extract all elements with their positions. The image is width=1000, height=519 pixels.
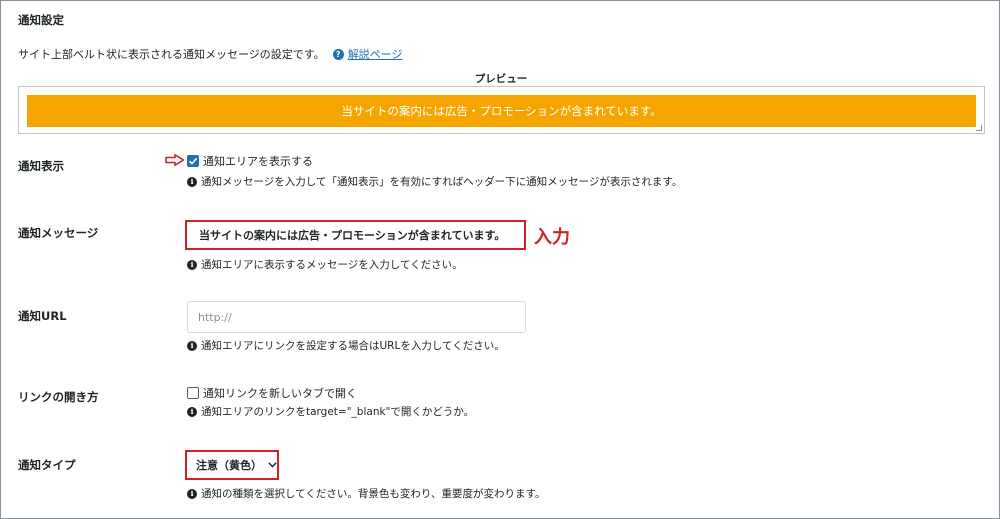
display-label: 通知表示 <box>18 159 64 173</box>
display-note: i 通知メッセージを入力して「通知表示」を有効にすればヘッダー下に通知メッセージ… <box>187 174 682 189</box>
help-link-label[interactable]: 解説ページ <box>348 46 403 62</box>
new-tab-checkbox-label[interactable]: 通知リンクを新しいタブで開く <box>203 385 357 401</box>
url-label: 通知URL <box>18 309 67 323</box>
type-note: i 通知の種類を選択してください。背景色も変わり、重要度が変わります。 <box>187 486 545 501</box>
new-tab-checkbox[interactable] <box>187 387 199 399</box>
link-open-checkbox-row[interactable]: 通知リンクを新しいタブで開く <box>187 385 357 401</box>
section-title: 通知設定 <box>18 13 64 27</box>
resize-handle-icon[interactable] <box>976 125 982 131</box>
type-note-text: 通知の種類を選択してください。背景色も変わり、重要度が変わります。 <box>201 488 546 500</box>
info-icon: i <box>187 340 197 351</box>
notice-type-select[interactable]: 注意（黄色） <box>185 450 279 480</box>
preview-box: 当サイトの案内には広告・プロモーションが含まれています。 <box>18 86 985 134</box>
help-link[interactable]: ? 解説ページ <box>332 46 403 62</box>
red-arrow-icon <box>165 154 185 166</box>
message-input[interactable]: 当サイトの案内には広告・プロモーションが含まれています。 <box>185 220 526 250</box>
message-note: i 通知エリアに表示するメッセージを入力してください。 <box>187 257 463 272</box>
preview-notice-bar: 当サイトの案内には広告・プロモーションが含まれています。 <box>27 95 976 127</box>
chevron-down-icon[interactable] <box>268 462 277 468</box>
notice-type-selected[interactable]: 注意（黄色） <box>196 457 262 473</box>
message-note-text: 通知エリアに表示するメッセージを入力してください。 <box>201 259 463 271</box>
display-checkbox-row[interactable]: 通知エリアを表示する <box>187 153 313 169</box>
checkmark-icon <box>188 157 198 165</box>
link-open-note-text: 通知エリアのリンクをtarget="_blank"で開くかどうか。 <box>201 406 475 418</box>
info-icon: i <box>187 488 197 499</box>
link-open-label: リンクの開き方 <box>18 390 99 404</box>
display-checkbox-label[interactable]: 通知エリアを表示する <box>203 153 313 169</box>
section-description: サイト上部ベルト状に表示される通知メッセージの設定です。 ? 解説ページ <box>18 46 402 62</box>
type-label: 通知タイプ <box>18 458 76 472</box>
section-description-text: サイト上部ベルト状に表示される通知メッセージの設定です。 <box>18 48 325 61</box>
display-note-text: 通知メッセージを入力して「通知表示」を有効にすればヘッダー下に通知メッセージが表… <box>201 176 683 188</box>
preview-label: プレビュー <box>474 73 528 85</box>
question-circle-icon: ? <box>332 48 344 60</box>
message-label: 通知メッセージ <box>18 226 99 240</box>
settings-panel: 通知設定 サイト上部ベルト状に表示される通知メッセージの設定です。 ? 解説ペー… <box>0 0 1000 519</box>
url-input[interactable]: http:// <box>187 301 526 333</box>
url-note: i 通知エリアにリンクを設定する場合はURLを入力してください。 <box>187 338 505 353</box>
display-checkbox[interactable] <box>187 155 199 167</box>
input-annotation: 入力 <box>534 227 570 248</box>
link-open-note: i 通知エリアのリンクをtarget="_blank"で開くかどうか。 <box>187 404 474 419</box>
info-icon: i <box>187 259 197 270</box>
info-icon: i <box>187 406 197 417</box>
url-note-text: 通知エリアにリンクを設定する場合はURLを入力してください。 <box>201 340 505 352</box>
info-icon: i <box>187 176 197 187</box>
